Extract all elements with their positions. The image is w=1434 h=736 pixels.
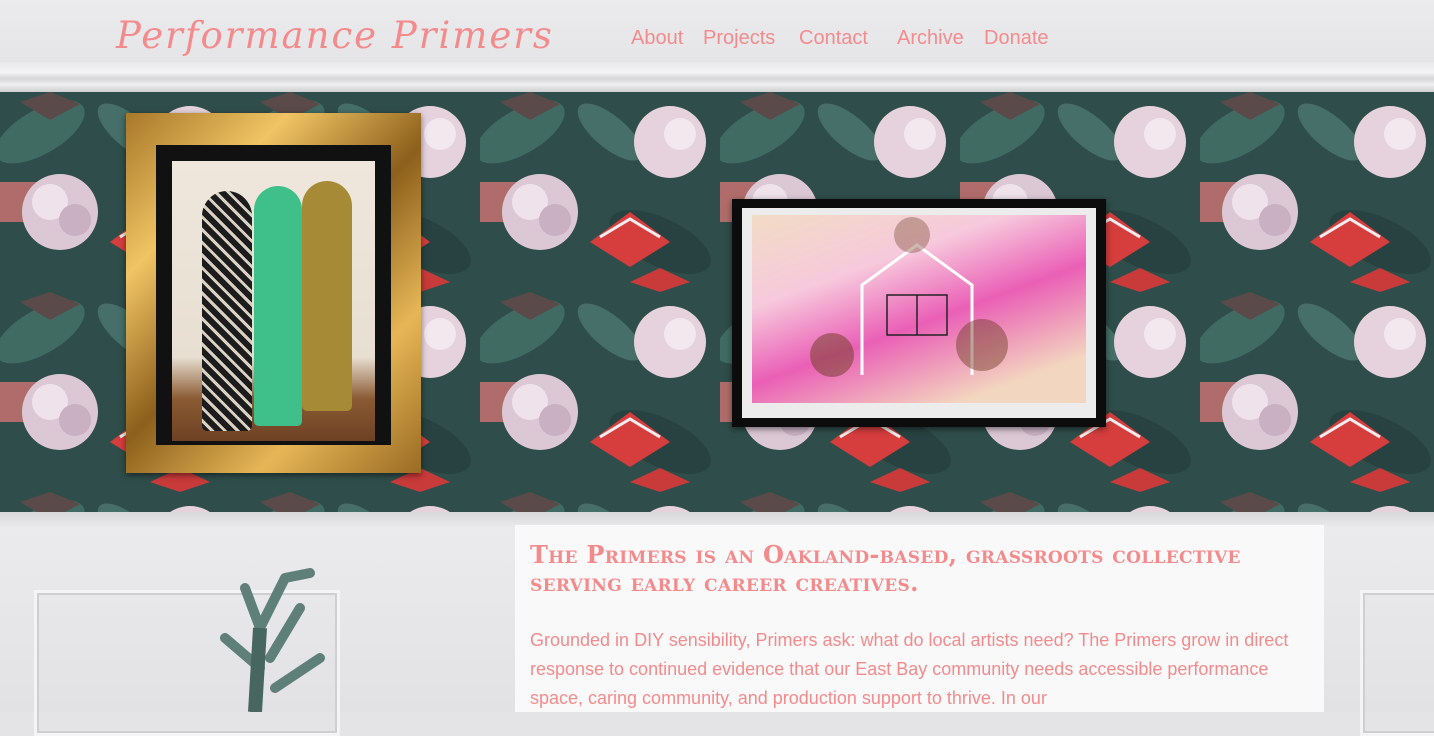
person-2 bbox=[254, 186, 302, 426]
nav-about[interactable]: About bbox=[631, 27, 683, 50]
framed-painting bbox=[732, 199, 1106, 427]
site-logo[interactable]: Performance Primers bbox=[116, 14, 554, 57]
crown-molding bbox=[0, 62, 1434, 92]
cactus-plant bbox=[220, 568, 325, 712]
nav-projects[interactable]: Projects bbox=[703, 27, 775, 50]
site-header: Performance Primers About Projects Conta… bbox=[0, 0, 1434, 92]
nav-archive[interactable]: Archive bbox=[897, 27, 964, 50]
group-photo bbox=[172, 161, 375, 441]
framed-group-photo bbox=[126, 113, 421, 473]
person-3 bbox=[302, 181, 352, 411]
house-drawing bbox=[810, 217, 1008, 377]
person-1 bbox=[202, 191, 252, 431]
nav-donate[interactable]: Donate bbox=[984, 27, 1049, 50]
intro-tagline: The Primers is an Oakland-based, grassro… bbox=[530, 540, 1241, 597]
intro-card: The Primers is an Oakland-based, grassro… bbox=[515, 525, 1324, 712]
intro-body: Grounded in DIY sensibility, Primers ask… bbox=[530, 630, 1289, 708]
nav-contact[interactable]: Contact bbox=[799, 27, 868, 50]
wall-panel-right bbox=[1360, 590, 1434, 736]
watercolor-painting bbox=[752, 215, 1086, 403]
